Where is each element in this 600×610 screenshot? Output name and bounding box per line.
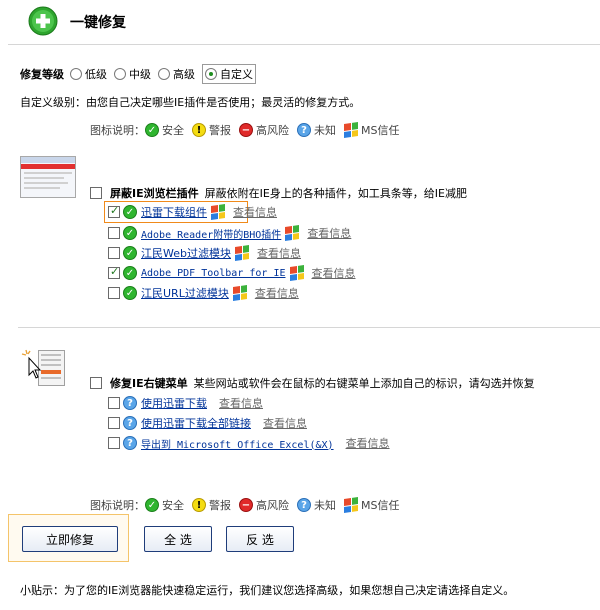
radio-circle[interactable] <box>70 68 82 80</box>
menu-item-name-link[interactable]: 导出到 Microsoft Office Excel(&X) <box>141 436 334 451</box>
menu-item: ? 使用迅雷下载全部链接 查看信息 <box>108 414 307 432</box>
check-circle-icon: ✓ <box>123 246 137 260</box>
context-section-title: 修复IE右键菜单 <box>110 377 188 390</box>
windows-logo-icon <box>232 285 247 301</box>
context-section-checkbox[interactable] <box>90 377 102 389</box>
view-info-link[interactable]: 查看信息 <box>263 415 307 431</box>
plugin-item: ✓ Adobe PDF Toolbar for IE 查看信息 <box>108 264 356 282</box>
select-all-button[interactable]: 全 选 <box>144 526 212 552</box>
page-title: 一键修复 <box>70 15 126 31</box>
plugin-name-link[interactable]: 江民Web过滤模块 <box>141 245 231 261</box>
context-menu-illustration-icon <box>21 349 65 386</box>
windows-logo-icon <box>234 245 249 261</box>
windows-logo-icon <box>211 204 225 220</box>
toolbar-section-title: 屏蔽IE浏览栏插件 <box>110 187 199 200</box>
repair-now-button[interactable]: 立即修复 <box>22 526 118 552</box>
menu-item-checkbox[interactable] <box>108 397 120 409</box>
plugin-item: ✓ 江民Web过滤模块 查看信息 <box>108 244 301 262</box>
view-info-link[interactable]: 查看信息 <box>219 395 263 411</box>
context-section-subtitle: 某些网站或软件会在鼠标的右键菜单上添加自己的标识，请勾选并恢复 <box>193 377 535 390</box>
minus-circle-icon: − <box>239 498 253 512</box>
repair-level-label: 修复等级 <box>20 68 64 81</box>
plugin-checkbox[interactable] <box>108 287 120 299</box>
menu-item: ? 导出到 Microsoft Office Excel(&X) 查看信息 <box>108 434 390 452</box>
view-info-link[interactable]: 查看信息 <box>257 245 301 261</box>
menu-item-checkbox[interactable] <box>108 437 120 449</box>
radio-low[interactable]: 低级 <box>70 66 107 82</box>
menu-item-name-link[interactable]: 使用迅雷下载 <box>141 395 207 411</box>
toolbar-section-checkbox[interactable] <box>90 187 102 199</box>
plugin-checkbox[interactable] <box>108 227 120 239</box>
exclamation-circle-icon: ! <box>192 123 206 137</box>
view-info-link[interactable]: 查看信息 <box>255 285 299 301</box>
tip-text: 小贴示：为了您的IE浏览器能快速稳定运行，我们建议您选择高级，如果您想自己决定请… <box>20 584 515 597</box>
check-circle-icon: ✓ <box>145 123 159 137</box>
question-circle-icon: ? <box>297 123 311 137</box>
radio-high[interactable]: 高级 <box>158 66 195 82</box>
windows-logo-icon <box>285 225 300 241</box>
plugin-name-link[interactable]: Adobe Reader附带的BHO插件 <box>141 226 281 241</box>
level-description: 自定义级别：由您自己决定哪些IE插件是否使用；最灵活的修复方式。 <box>20 96 361 109</box>
plugin-item: ✓ 江民URL过滤模块 查看信息 <box>108 284 299 302</box>
green-plus-icon <box>28 6 58 36</box>
radio-custom[interactable]: 自定义 <box>202 64 256 84</box>
repair-level-row: 修复等级 低级 中级 高级 自定义 <box>20 64 263 84</box>
toolbar-section-subtitle: 屏蔽依附在IE身上的各种插件，如工具条等，给IE减肥 <box>204 187 467 200</box>
check-circle-icon: ✓ <box>123 205 137 219</box>
ie-toolbar-illustration-icon <box>20 156 76 198</box>
check-circle-icon: ✓ <box>145 498 159 512</box>
view-info-link[interactable]: 查看信息 <box>312 265 356 281</box>
toolbar-section-header: 屏蔽IE浏览栏插件 屏蔽依附在IE身上的各种插件，如工具条等，给IE减肥 <box>90 185 467 201</box>
minus-circle-icon: − <box>239 123 253 137</box>
icon-legend-bottom: 图标说明： ✓ 安全 ! 警报 − 高风险 ? 未知 MS信任 <box>90 497 400 513</box>
radio-circle-selected[interactable] <box>205 68 217 80</box>
invert-selection-button[interactable]: 反 选 <box>226 526 294 552</box>
exclamation-circle-icon: ! <box>192 498 206 512</box>
view-info-link[interactable]: 查看信息 <box>307 225 351 241</box>
radio-medium[interactable]: 中级 <box>114 66 151 82</box>
check-circle-icon: ✓ <box>123 286 137 300</box>
menu-item-checkbox[interactable] <box>108 417 120 429</box>
view-info-link[interactable]: 查看信息 <box>346 435 390 451</box>
section-divider <box>18 327 600 328</box>
plugin-item: ✓ 迅雷下载组件 查看信息 <box>108 203 277 221</box>
question-circle-icon: ? <box>123 396 137 410</box>
windows-logo-icon <box>344 497 358 513</box>
plugin-checkbox[interactable] <box>108 247 120 259</box>
radio-circle[interactable] <box>158 68 170 80</box>
plugin-name-link[interactable]: Adobe PDF Toolbar for IE <box>141 268 286 279</box>
windows-logo-icon <box>289 265 304 281</box>
header-divider <box>8 44 600 45</box>
context-section-header: 修复IE右键菜单 某些网站或软件会在鼠标的右键菜单上添加自己的标识，请勾选并恢复 <box>90 375 535 391</box>
plugin-item: ✓ Adobe Reader附带的BHO插件 查看信息 <box>108 224 351 242</box>
plugin-name-link[interactable]: 迅雷下载组件 <box>141 204 207 220</box>
windows-logo-icon <box>344 122 358 138</box>
check-circle-icon: ✓ <box>123 266 137 280</box>
menu-item-name-link[interactable]: 使用迅雷下载全部链接 <box>141 415 251 431</box>
question-circle-icon: ? <box>297 498 311 512</box>
check-circle-icon: ✓ <box>123 226 137 240</box>
plugin-checkbox[interactable] <box>108 204 120 218</box>
plugin-name-link[interactable]: 江民URL过滤模块 <box>141 285 229 301</box>
question-circle-icon: ? <box>123 436 137 450</box>
menu-item: ? 使用迅雷下载 查看信息 <box>108 394 263 412</box>
icon-legend-top: 图标说明： ✓ 安全 ! 警报 − 高风险 ? 未知 MS信任 <box>90 122 400 138</box>
radio-circle[interactable] <box>114 68 126 80</box>
view-info-link[interactable]: 查看信息 <box>233 204 277 220</box>
question-circle-icon: ? <box>123 416 137 430</box>
plugin-checkbox[interactable] <box>108 265 120 279</box>
